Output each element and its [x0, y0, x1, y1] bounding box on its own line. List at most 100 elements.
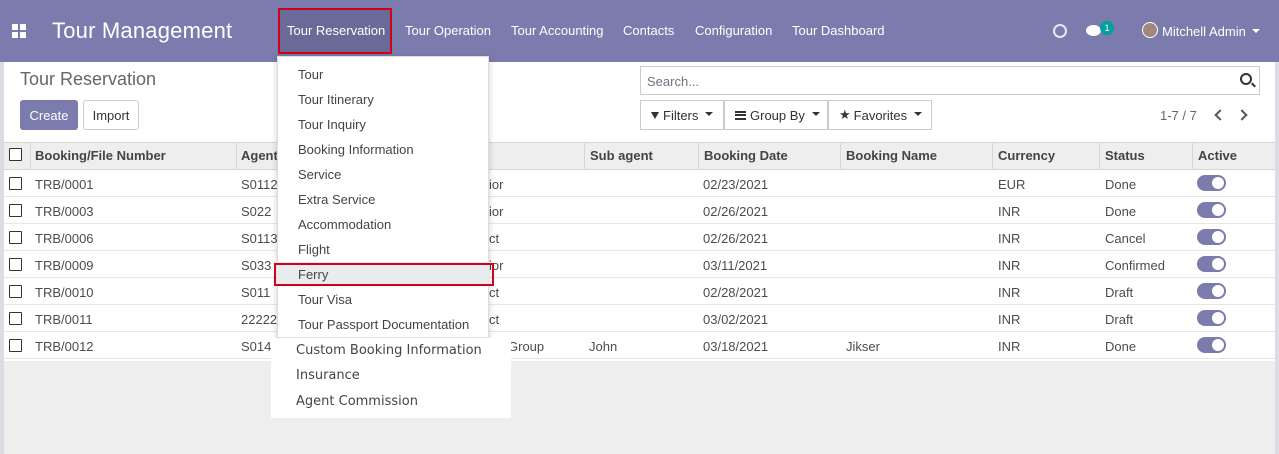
active-toggle[interactable]	[1197, 202, 1226, 218]
cell-partial: ct	[489, 312, 500, 327]
row-checkbox[interactable]	[9, 177, 22, 190]
cell-partial: ct	[489, 231, 500, 246]
header-sub-agent[interactable]: Sub agent	[590, 148, 653, 163]
search-input[interactable]: Search...	[640, 66, 1260, 95]
header-agent[interactable]: Agent	[241, 148, 278, 163]
row-checkbox[interactable]	[9, 231, 22, 244]
cell-booking-date: 03/11/2021	[703, 258, 768, 273]
active-toggle[interactable]	[1197, 283, 1226, 299]
cell-status: Cancel	[1105, 231, 1146, 246]
menu-configuration[interactable]: Configuration	[695, 23, 772, 38]
menu-tour-operation[interactable]: Tour Operation	[405, 23, 491, 38]
filters-label: Filters	[663, 107, 699, 123]
activity-clock-icon[interactable]	[1053, 24, 1067, 38]
app-brand: Tour Management	[52, 18, 233, 43]
active-toggle[interactable]	[1197, 175, 1226, 191]
menu-item-service[interactable]: Service	[298, 167, 341, 182]
cell-booking-date: 03/02/2021	[703, 312, 769, 327]
search-placeholder: Search...	[647, 74, 700, 89]
table-row[interactable]	[4, 278, 1275, 305]
menu-item-extra-service[interactable]: Extra Service	[298, 192, 375, 207]
select-all-checkbox[interactable]	[9, 148, 22, 161]
search-icon[interactable]	[1240, 73, 1252, 85]
pager-value[interactable]: 1-7 / 7	[1160, 108, 1197, 123]
group-by-button[interactable]: Group By	[724, 100, 828, 130]
list-empty-area	[4, 361, 1275, 454]
cell-currency: EUR	[998, 177, 1026, 192]
active-toggle[interactable]	[1197, 229, 1226, 245]
cell-agent: S0113	[241, 231, 278, 246]
menu-tour-reservation[interactable]: Tour Reservation	[287, 23, 385, 38]
menu-item-tour-inquiry[interactable]: Tour Inquiry	[298, 117, 366, 132]
menu-item-flight[interactable]: Flight	[298, 242, 330, 257]
cell-agent: S0112	[241, 177, 278, 192]
group-by-label: Group By	[750, 107, 805, 123]
cell-status: Done	[1105, 339, 1137, 354]
header-booking-number[interactable]: Booking/File Number	[35, 148, 166, 163]
header-booking-date[interactable]: Booking Date	[704, 148, 788, 163]
header-status[interactable]: Status	[1105, 148, 1145, 163]
create-button[interactable]: Create	[20, 100, 78, 130]
cell-booking-date: 03/18/2021	[703, 339, 769, 354]
cell-partial: ior	[489, 204, 504, 219]
favorites-button[interactable]: ★ Favorites	[828, 100, 932, 130]
active-toggle[interactable]	[1197, 337, 1226, 353]
row-checkbox[interactable]	[9, 312, 22, 325]
cell-partial: Group	[508, 339, 545, 354]
cell-status: Draft	[1105, 285, 1134, 300]
menu-item-tour-passport-documentation[interactable]: Tour Passport Documentation	[298, 317, 469, 332]
user-chevron-down-icon[interactable]	[1252, 29, 1260, 33]
table-row[interactable]	[4, 251, 1275, 278]
header-active[interactable]: Active	[1198, 148, 1237, 163]
row-checkbox[interactable]	[9, 204, 22, 217]
row-checkbox[interactable]	[9, 285, 22, 298]
chevron-down-icon	[705, 112, 714, 116]
star-icon: ★	[839, 107, 851, 122]
apps-menu-icon[interactable]	[12, 24, 26, 38]
table-row[interactable]	[4, 170, 1275, 197]
cell-currency: INR	[998, 204, 1021, 219]
row-checkbox[interactable]	[9, 258, 22, 271]
messages-icon[interactable]	[1086, 25, 1101, 36]
page-title: Tour Reservation	[20, 69, 157, 89]
user-menu[interactable]: Mitchell Admin	[1162, 24, 1246, 39]
table-row[interactable]	[4, 332, 1275, 359]
avatar[interactable]	[1142, 22, 1158, 38]
cell-booking-date: 02/26/2021	[703, 231, 769, 246]
menu-item-custom-booking-information[interactable]: Custom Booking Information	[296, 343, 482, 358]
cell-booking-number: TRB/0001	[35, 177, 94, 192]
table-row[interactable]	[4, 197, 1275, 224]
row-checkbox[interactable]	[9, 339, 22, 352]
cell-booking-number: TRB/0006	[35, 231, 94, 246]
menu-item-accommodation[interactable]: Accommodation	[298, 217, 391, 232]
cell-sub-agent: John	[589, 339, 618, 354]
cell-booking-date: 02/28/2021	[703, 285, 769, 300]
cell-agent: S022	[241, 204, 272, 219]
favorites-label: Favorites	[853, 107, 908, 123]
cell-booking-number: TRB/0010	[35, 285, 94, 300]
menu-item-tour-visa[interactable]: Tour Visa	[298, 292, 352, 307]
menu-item-booking-information[interactable]: Booking Information	[298, 142, 414, 157]
active-toggle[interactable]	[1197, 256, 1226, 272]
active-toggle[interactable]	[1197, 310, 1226, 326]
table-row[interactable]	[4, 224, 1275, 251]
cell-status: Confirmed	[1105, 258, 1165, 273]
filter-icon	[651, 111, 659, 119]
cell-booking-name: Jikser	[846, 339, 880, 354]
menu-contacts[interactable]: Contacts	[623, 23, 674, 38]
menu-item-agent-commission[interactable]: Agent Commission	[296, 394, 418, 409]
bars-icon	[735, 110, 746, 120]
cell-currency: INR	[998, 339, 1021, 354]
menu-item-tour-itinerary[interactable]: Tour Itinerary	[298, 92, 374, 107]
menu-tour-accounting[interactable]: Tour Accounting	[511, 23, 604, 38]
header-currency[interactable]: Currency	[998, 148, 1055, 163]
import-button[interactable]: Import	[83, 100, 139, 130]
menu-item-tour[interactable]: Tour	[298, 67, 323, 82]
cell-status: Draft	[1105, 312, 1134, 327]
cell-partial: ct	[489, 285, 500, 300]
menu-item-insurance[interactable]: Insurance	[296, 368, 360, 383]
filters-button[interactable]: Filters	[640, 100, 724, 130]
menu-tour-dashboard[interactable]: Tour Dashboard	[792, 23, 885, 38]
header-booking-name[interactable]: Booking Name	[846, 148, 937, 163]
table-row[interactable]	[4, 305, 1275, 332]
